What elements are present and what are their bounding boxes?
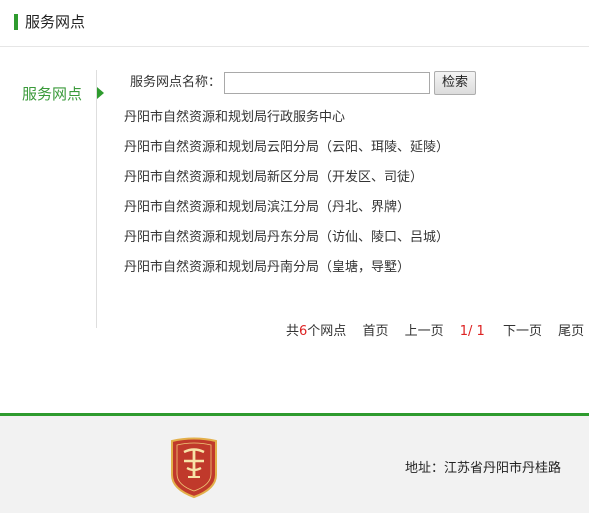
page-title: 服务网点 <box>25 13 86 31</box>
pagination-total-count: 6 <box>299 324 308 339</box>
sidebar-item-service-sites[interactable]: 服务网点 <box>22 84 82 104</box>
pagination: 共6个网点 首页 上一页 1/ 1 下一页 尾页 <box>286 323 584 341</box>
search-label: 服务网点名称： <box>130 75 222 90</box>
service-site-link[interactable]: 丹阳市自然资源和规划局滨江分局（丹北、界牌） <box>124 198 564 228</box>
service-site-link[interactable]: 丹阳市自然资源和规划局新区分局（开发区、司徒） <box>124 168 564 198</box>
header-accent-bar <box>14 14 18 30</box>
current-page-indicator: 1/ 1 <box>459 324 485 339</box>
party-government-emblem-icon[interactable] <box>168 437 220 499</box>
page-header: 服务网点 <box>0 0 589 47</box>
last-page-link[interactable]: 尾页 <box>558 323 584 341</box>
service-site-list: 丹阳市自然资源和规划局行政服务中心 丹阳市自然资源和规划局云阳分局（云阳、珥陵、… <box>124 108 564 288</box>
pagination-total-suffix: 个网点 <box>307 324 347 339</box>
triangle-right-icon <box>97 87 104 99</box>
prev-page-link[interactable]: 上一页 <box>405 323 444 341</box>
service-site-link[interactable]: 丹阳市自然资源和规划局行政服务中心 <box>124 108 564 138</box>
footer-address: 地址：江苏省丹阳市丹桂路 <box>405 461 562 476</box>
service-site-link[interactable]: 丹阳市自然资源和规划局云阳分局（云阳、珥陵、延陵） <box>124 138 564 168</box>
sidebar-divider <box>96 70 97 328</box>
first-page-link[interactable]: 首页 <box>362 323 388 341</box>
service-site-link[interactable]: 丹阳市自然资源和规划局丹东分局（访仙、陵口、吕城） <box>124 228 564 258</box>
pagination-total-prefix: 共 <box>286 324 300 339</box>
search-input[interactable] <box>224 72 430 94</box>
service-site-link[interactable]: 丹阳市自然资源和规划局丹南分局（皇塘，导墅） <box>124 258 564 288</box>
search-button[interactable]: 检索 <box>434 71 476 95</box>
next-page-link[interactable]: 下一页 <box>503 323 542 341</box>
